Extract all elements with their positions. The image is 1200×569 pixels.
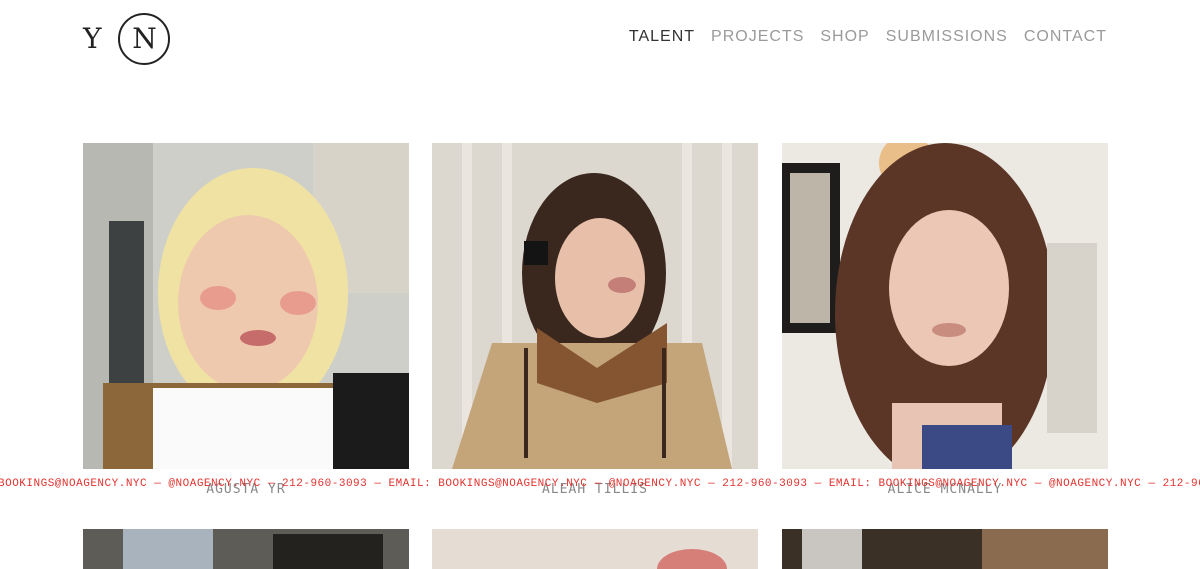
talent-name-aleah-tillis[interactable]: ALEAH TILLIS — [432, 482, 758, 497]
nav-submissions[interactable]: SUBMISSIONS — [886, 28, 1008, 46]
portrait-image — [782, 143, 1108, 469]
logo-letter-y: Y — [83, 22, 102, 55]
talent-photo-aleah-tillis[interactable] — [432, 143, 758, 469]
portrait-image — [83, 529, 409, 569]
logo-letter-n: N — [132, 22, 157, 55]
portrait-image — [432, 143, 758, 469]
talent-name-alice-mcnally[interactable]: ALICE MCNALLY — [782, 482, 1108, 497]
talent-photo-row2-2[interactable] — [432, 529, 758, 569]
logo[interactable]: Y N — [83, 13, 171, 65]
talent-photo-agusta-yr[interactable] — [83, 143, 409, 469]
portrait-image — [782, 529, 1108, 569]
nav-projects[interactable]: PROJECTS — [711, 28, 804, 46]
portrait-image — [432, 529, 758, 569]
portrait-image — [83, 143, 409, 469]
talent-photo-alice-mcnally[interactable] — [782, 143, 1108, 469]
talent-name-agusta-yr[interactable]: AGUSTA YR — [83, 482, 409, 497]
nav-shop[interactable]: SHOP — [820, 28, 869, 46]
logo-circle-n: N — [118, 13, 171, 65]
nav-contact[interactable]: CONTACT — [1024, 28, 1107, 46]
main-nav: TALENT PROJECTS SHOP SUBMISSIONS CONTACT — [629, 28, 1107, 46]
talent-photo-row2-3[interactable] — [782, 529, 1108, 569]
talent-photo-row2-1[interactable] — [83, 529, 409, 569]
nav-talent[interactable]: TALENT — [629, 28, 695, 46]
